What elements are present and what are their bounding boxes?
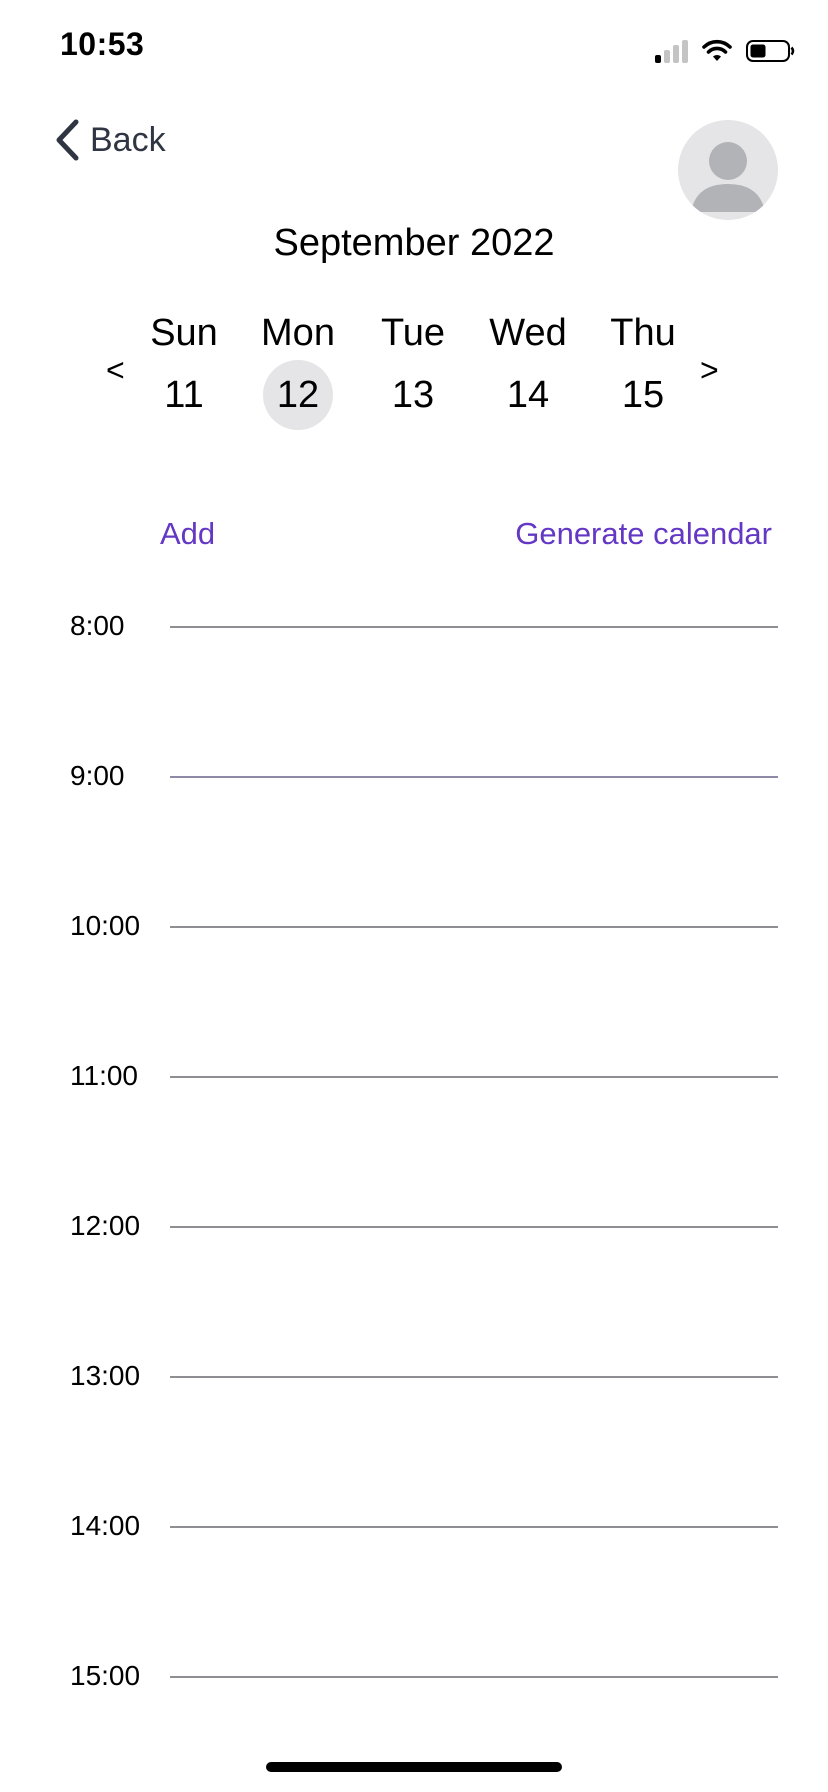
hour-line bbox=[170, 926, 778, 928]
hour-line bbox=[170, 776, 778, 778]
status-icons bbox=[655, 36, 796, 66]
chevron-left-icon bbox=[56, 119, 79, 161]
day-sunday[interactable]: Sun 11 bbox=[134, 306, 234, 430]
avatar[interactable] bbox=[678, 120, 778, 220]
user-silhouette-icon bbox=[691, 142, 765, 212]
hour-row-10: 10:00 bbox=[0, 906, 828, 946]
day-name: Tue bbox=[380, 312, 446, 354]
hour-label: 10:00 bbox=[70, 910, 141, 941]
add-button[interactable]: Add bbox=[160, 516, 215, 552]
day-thursday[interactable]: Thu 15 bbox=[593, 306, 693, 430]
day-number: 13 bbox=[391, 374, 435, 416]
hour-row-14: 14:00 bbox=[0, 1506, 828, 1546]
hour-line bbox=[170, 1376, 778, 1378]
day-number: 14 bbox=[506, 374, 550, 416]
hour-row-9: 9:00 bbox=[0, 756, 828, 796]
hour-label: 8:00 bbox=[70, 610, 125, 641]
hour-label: 14:00 bbox=[70, 1510, 141, 1541]
wifi-icon bbox=[702, 39, 732, 61]
month-title: September 2022 bbox=[273, 222, 555, 264]
day-number: 11 bbox=[164, 374, 204, 416]
day-tuesday[interactable]: Tue 13 bbox=[363, 306, 463, 430]
hour-label: 11:00 bbox=[70, 1060, 138, 1091]
status-time: 10:53 bbox=[60, 26, 145, 62]
previous-week-button[interactable]: < bbox=[106, 352, 125, 389]
hour-line bbox=[170, 1226, 778, 1228]
day-wednesday[interactable]: Wed 14 bbox=[478, 306, 578, 430]
day-name: Mon bbox=[261, 312, 335, 354]
back-button[interactable]: Back bbox=[54, 118, 166, 162]
week-strip: < Sun 11 Mon 12 Tue 13 Wed 14 Thu 15 > bbox=[96, 306, 736, 436]
battery-icon bbox=[746, 40, 795, 62]
day-number: 15 bbox=[621, 374, 665, 416]
hour-row-12: 12:00 bbox=[0, 1206, 828, 1246]
hour-row-15: 15:00 bbox=[0, 1656, 828, 1696]
home-indicator[interactable] bbox=[266, 1762, 562, 1772]
day-name: Wed bbox=[489, 312, 567, 354]
day-name: Thu bbox=[610, 312, 676, 354]
calendar-screen: 10:53 Back September 2022 < Sun 11 Mon 1… bbox=[0, 0, 828, 1792]
hour-row-11: 11:00 bbox=[0, 1056, 828, 1096]
hour-label: 9:00 bbox=[70, 760, 125, 791]
hour-line bbox=[170, 626, 778, 628]
day-monday[interactable]: Mon 12 bbox=[248, 306, 348, 430]
hour-label: 12:00 bbox=[70, 1210, 141, 1241]
next-week-button[interactable]: > bbox=[700, 352, 719, 389]
cellular-signal-icon bbox=[655, 39, 688, 63]
generate-calendar-button[interactable]: Generate calendar bbox=[515, 516, 772, 552]
day-number-selected: 12 bbox=[263, 360, 333, 430]
hour-row-13: 13:00 bbox=[0, 1356, 828, 1396]
hour-label: 13:00 bbox=[70, 1360, 141, 1391]
hour-line bbox=[170, 1076, 778, 1078]
hour-label: 15:00 bbox=[70, 1660, 141, 1691]
hour-line bbox=[170, 1526, 778, 1528]
hour-line bbox=[170, 1676, 778, 1678]
hour-row-8: 8:00 bbox=[0, 606, 828, 646]
day-name: Sun bbox=[150, 312, 218, 354]
back-label: Back bbox=[90, 120, 166, 159]
